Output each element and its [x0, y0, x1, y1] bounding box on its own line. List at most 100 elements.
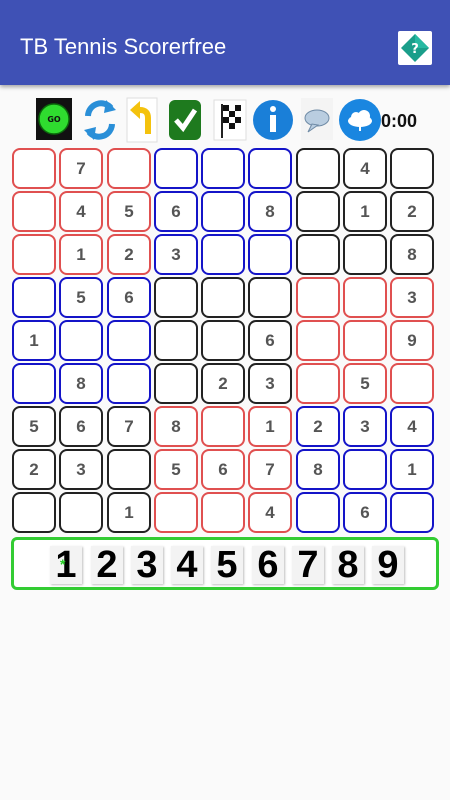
- grid-cell[interactable]: 5: [59, 277, 103, 318]
- grid-cell[interactable]: 7: [59, 148, 103, 189]
- grid-cell[interactable]: 3: [59, 449, 103, 490]
- grid-cell[interactable]: [201, 492, 245, 533]
- grid-cell[interactable]: 4: [343, 148, 387, 189]
- grid-cell[interactable]: [296, 277, 340, 318]
- grid-cell[interactable]: [59, 320, 103, 361]
- grid-cell[interactable]: 1: [12, 320, 56, 361]
- grid-cell[interactable]: [12, 234, 56, 275]
- grid-cell[interactable]: [248, 234, 292, 275]
- grid-cell[interactable]: 1: [343, 191, 387, 232]
- grid-cell[interactable]: 6: [343, 492, 387, 533]
- grid-cell[interactable]: 2: [390, 191, 434, 232]
- grid-cell[interactable]: 4: [248, 492, 292, 533]
- info-icon: [253, 100, 293, 140]
- grid-cell[interactable]: [12, 191, 56, 232]
- grid-cell[interactable]: 5: [107, 191, 151, 232]
- go-button[interactable]: GO: [34, 92, 74, 146]
- grid-cell[interactable]: [201, 234, 245, 275]
- grid-cell[interactable]: 1: [107, 492, 151, 533]
- finish-flag-button[interactable]: [212, 92, 248, 146]
- help-button[interactable]: ?: [398, 31, 432, 65]
- grid-cell[interactable]: 3: [248, 363, 292, 404]
- grid-cell[interactable]: [12, 148, 56, 189]
- number-key-9[interactable]: 9: [372, 544, 404, 586]
- grid-cell[interactable]: 9: [390, 320, 434, 361]
- grid-cell[interactable]: 8: [296, 449, 340, 490]
- grid-cell[interactable]: [390, 363, 434, 404]
- grid-cell[interactable]: 3: [343, 406, 387, 447]
- grid-cell[interactable]: [59, 492, 103, 533]
- grid-cell[interactable]: 2: [107, 234, 151, 275]
- grid-cell[interactable]: 6: [201, 449, 245, 490]
- grid-cell[interactable]: 7: [248, 449, 292, 490]
- grid-cell[interactable]: [154, 320, 198, 361]
- grid-cell[interactable]: [12, 492, 56, 533]
- grid-cell[interactable]: 3: [154, 234, 198, 275]
- check-button[interactable]: [167, 92, 203, 146]
- grid-cell[interactable]: 7: [107, 406, 151, 447]
- grid-cell[interactable]: 1: [390, 449, 434, 490]
- grid-cell[interactable]: [107, 363, 151, 404]
- grid-cell[interactable]: 6: [248, 320, 292, 361]
- number-key-7[interactable]: 7: [292, 544, 324, 586]
- grid-cell[interactable]: [201, 191, 245, 232]
- grid-cell[interactable]: [107, 148, 151, 189]
- refresh-button[interactable]: [80, 92, 120, 146]
- grid-cell[interactable]: [107, 449, 151, 490]
- grid-cell[interactable]: 8: [390, 234, 434, 275]
- grid-cell[interactable]: [296, 492, 340, 533]
- hint-button[interactable]: [300, 92, 334, 146]
- grid-cell[interactable]: 8: [154, 406, 198, 447]
- grid-cell[interactable]: [343, 320, 387, 361]
- grid-cell[interactable]: 1: [59, 234, 103, 275]
- grid-cell[interactable]: [248, 277, 292, 318]
- number-key-6[interactable]: 6: [252, 544, 284, 586]
- grid-cell[interactable]: [154, 363, 198, 404]
- grid-cell[interactable]: 6: [154, 191, 198, 232]
- grid-cell[interactable]: [201, 320, 245, 361]
- grid-cell[interactable]: [107, 320, 151, 361]
- number-key-1[interactable]: 1 *: [50, 544, 82, 586]
- grid-cell[interactable]: 5: [12, 406, 56, 447]
- grid-cell[interactable]: 1: [248, 406, 292, 447]
- grid-cell[interactable]: [12, 277, 56, 318]
- number-key-3[interactable]: 3: [131, 544, 163, 586]
- grid-cell[interactable]: [296, 363, 340, 404]
- number-key-5[interactable]: 5: [211, 544, 243, 586]
- grid-cell[interactable]: 6: [59, 406, 103, 447]
- grid-cell[interactable]: 2: [296, 406, 340, 447]
- grid-cell[interactable]: [201, 406, 245, 447]
- grid-cell[interactable]: [296, 148, 340, 189]
- grid-cell[interactable]: [154, 277, 198, 318]
- grid-cell[interactable]: 2: [201, 363, 245, 404]
- grid-cell[interactable]: [154, 492, 198, 533]
- grid-cell[interactable]: 3: [390, 277, 434, 318]
- grid-cell[interactable]: 5: [343, 363, 387, 404]
- grid-cell[interactable]: [248, 148, 292, 189]
- grid-cell[interactable]: 5: [154, 449, 198, 490]
- grid-cell[interactable]: 4: [59, 191, 103, 232]
- number-key-8[interactable]: 8: [332, 544, 364, 586]
- grid-cell[interactable]: [154, 148, 198, 189]
- grid-cell[interactable]: [201, 277, 245, 318]
- grid-cell[interactable]: [390, 492, 434, 533]
- grid-cell[interactable]: 8: [248, 191, 292, 232]
- grid-cell[interactable]: [343, 277, 387, 318]
- grid-cell[interactable]: [390, 148, 434, 189]
- grid-cell[interactable]: [201, 148, 245, 189]
- number-key-2[interactable]: 2: [91, 544, 123, 586]
- grid-cell[interactable]: [12, 363, 56, 404]
- cloud-button[interactable]: [338, 92, 382, 146]
- info-button[interactable]: [251, 92, 295, 146]
- grid-cell[interactable]: [296, 320, 340, 361]
- grid-cell[interactable]: [343, 449, 387, 490]
- grid-cell[interactable]: 4: [390, 406, 434, 447]
- grid-cell[interactable]: 2: [12, 449, 56, 490]
- number-key-4[interactable]: 4: [171, 544, 203, 586]
- grid-cell[interactable]: [343, 234, 387, 275]
- grid-cell[interactable]: [296, 234, 340, 275]
- grid-cell[interactable]: 6: [107, 277, 151, 318]
- grid-cell[interactable]: 8: [59, 363, 103, 404]
- grid-cell[interactable]: [296, 191, 340, 232]
- undo-button[interactable]: [126, 92, 158, 146]
